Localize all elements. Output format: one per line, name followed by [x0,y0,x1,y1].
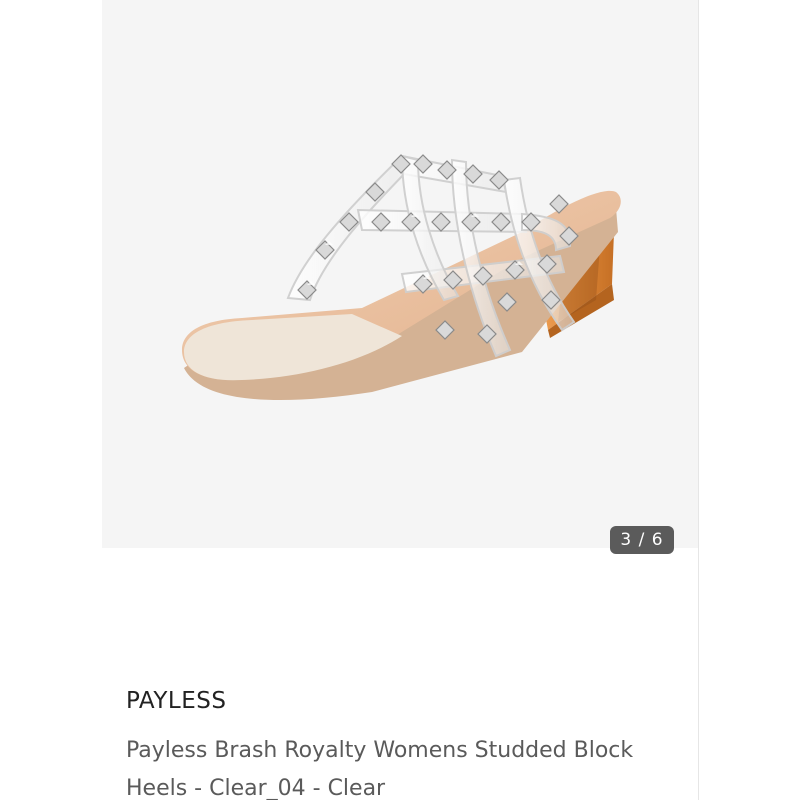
image-gallery[interactable]: 3 / 6 [102,0,698,554]
product-image[interactable] [102,0,698,548]
page: 3 / 6 PAYLESS Payless Brash Royalty Wome… [0,0,800,800]
image-counter-badge: 3 / 6 [610,526,674,554]
product-brand[interactable]: PAYLESS [126,688,226,714]
product-card: 3 / 6 PAYLESS Payless Brash Royalty Wome… [102,0,699,800]
product-title: Payless Brash Royalty Womens Studded Blo… [126,738,634,800]
